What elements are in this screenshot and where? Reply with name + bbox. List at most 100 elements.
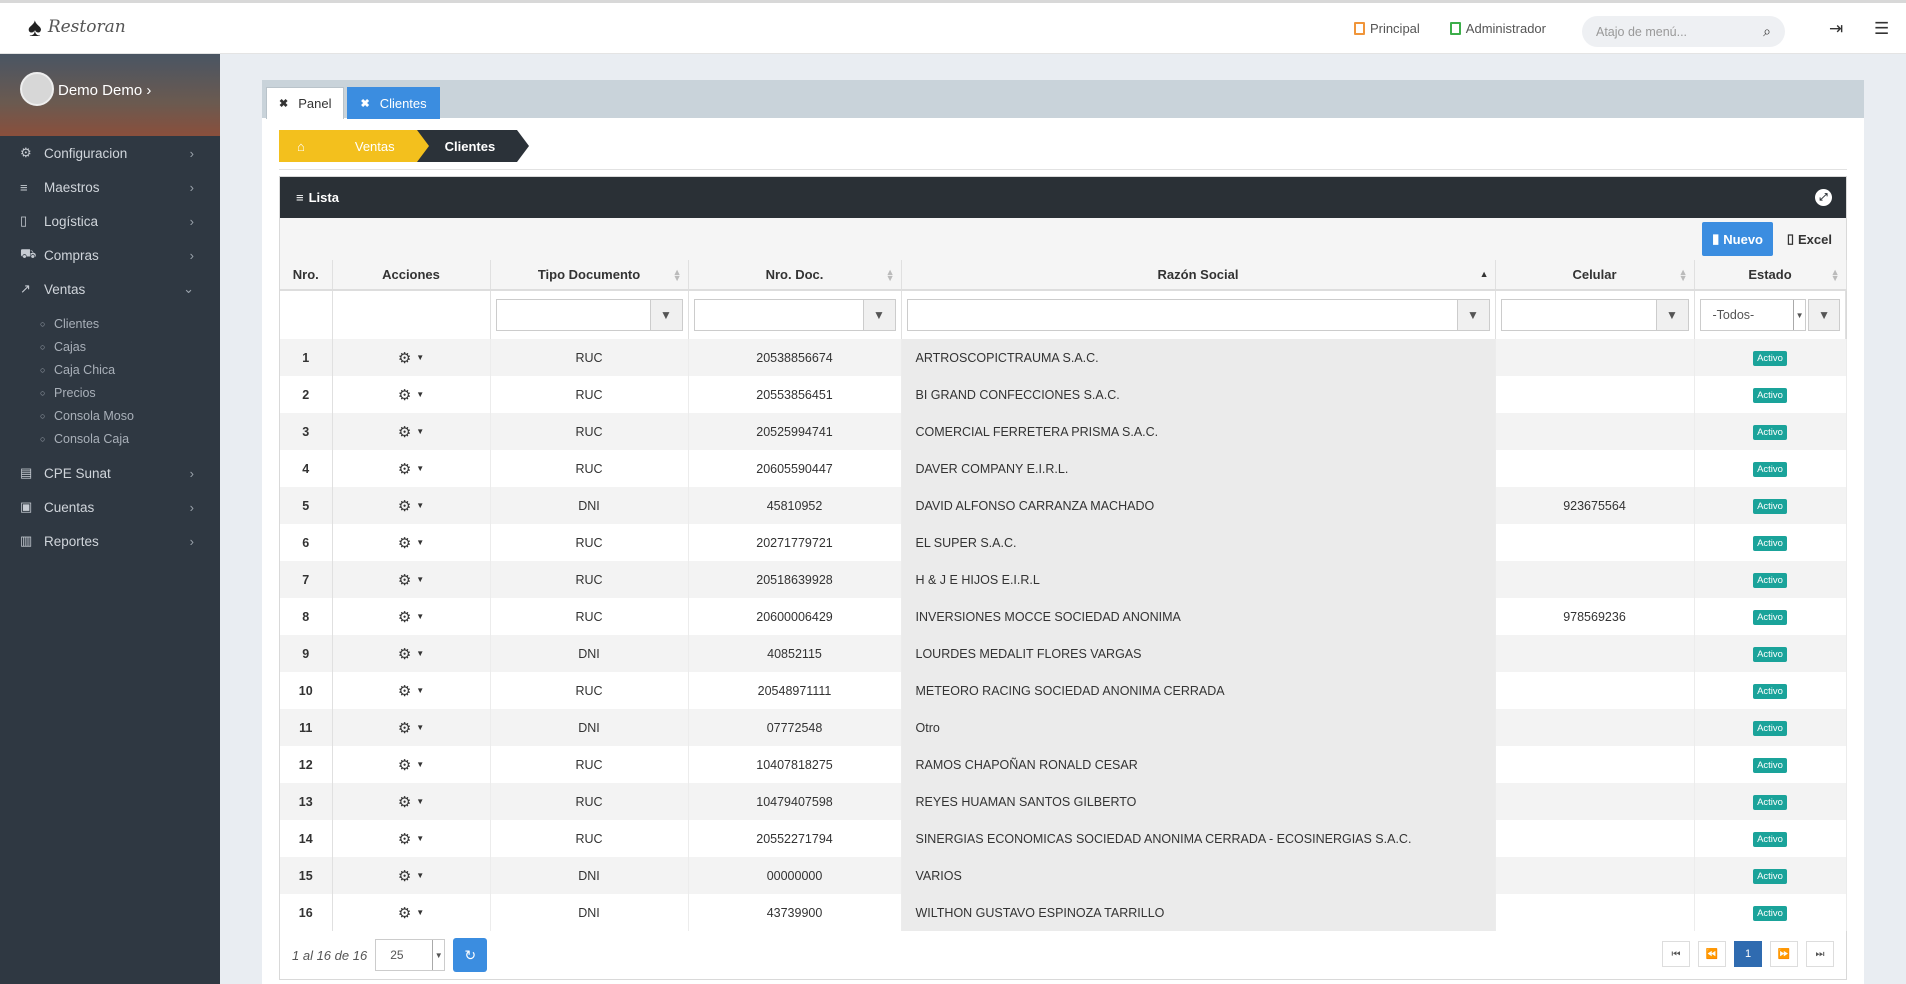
page-size-select[interactable]: 25 ▼ xyxy=(375,939,446,971)
menu-search-input[interactable]: Atajo de menú... ⌕ xyxy=(1582,16,1785,47)
table-row[interactable]: 8 ⚙ ▼ RUC 20600006429 INVERSIONES MOCCE SOCIE… xyxy=(280,598,1847,635)
last-page-button[interactable]: ⏭ xyxy=(1806,941,1834,967)
actions-dropdown[interactable]: ⚙ ▼ xyxy=(398,460,424,478)
tab-clientes[interactable]: ✖ Clientes xyxy=(347,87,440,119)
table-row[interactable]: 16 ⚙ ▼ DNI 43739900 WILTHON GUSTAVO ESPINOZA … xyxy=(280,894,1847,931)
prev-page-button[interactable]: ⏪ xyxy=(1698,941,1726,967)
hamburger-menu-icon[interactable]: ☰ xyxy=(1874,19,1889,39)
actions-dropdown[interactable]: ⚙ ▼ xyxy=(398,682,424,700)
refresh-button[interactable]: ↻ xyxy=(453,938,488,972)
app-logo[interactable]: ♠ Restoran xyxy=(28,14,126,40)
col-header-estado[interactable]: Estado ▲ ▼ xyxy=(1694,260,1847,291)
submenu-item-consola-caja[interactable]: ○ Consola Caja xyxy=(0,427,220,450)
excel-button[interactable]: ▯ Excel xyxy=(1781,222,1838,256)
table-row[interactable]: 12 ⚙ ▼ RUC 10407818275 RAMOS CHAPOÑAN RONALD … xyxy=(280,746,1847,783)
filter-icon[interactable]: ▼ xyxy=(649,300,682,330)
filter-nro-doc-input[interactable]: ▼ xyxy=(693,299,896,331)
logout-icon[interactable]: ⇥ xyxy=(1829,19,1843,39)
document-icon xyxy=(1353,22,1365,35)
table-row[interactable]: 1 ⚙ ▼ RUC 20538856674 ARTROSCOPICTRAUMA S.A.C… xyxy=(280,339,1847,376)
next-page-button[interactable]: ⏩ xyxy=(1770,941,1798,967)
close-icon[interactable]: ✖ xyxy=(360,97,369,110)
filter-icon[interactable]: ▼ xyxy=(1456,300,1489,330)
table-row[interactable]: 10 ⚙ ▼ RUC 20548971111 METEORO RACING SOCIEDA… xyxy=(280,672,1847,709)
first-page-button[interactable]: ⏮ xyxy=(1662,941,1690,967)
col-header-tipo-documento[interactable]: Tipo Documento ▲ ▼ xyxy=(490,260,689,291)
actions-dropdown[interactable]: ⚙ ▼ xyxy=(398,608,424,626)
table-row[interactable]: 5 ⚙ ▼ DNI 45810952 DAVID ALFONSO CARRANZA MAC… xyxy=(280,487,1847,524)
table-row[interactable]: 15 ⚙ ▼ DNI 00000000 VARIOS Activo xyxy=(280,857,1847,894)
actions-dropdown[interactable]: ⚙ ▼ xyxy=(398,534,424,552)
submenu-item-consola-moso[interactable]: ○ Consola Moso xyxy=(0,404,220,427)
table-row[interactable]: 14 ⚙ ▼ RUC 20552271794 SINERGIAS ECONOMICAS S… xyxy=(280,820,1847,857)
sidebar-item-ventas[interactable]: ↗ Ventas ⌄ xyxy=(0,272,220,306)
cell-tipo-documento: RUC xyxy=(490,413,689,450)
table-row[interactable]: 13 ⚙ ▼ RUC 10479407598 REYES HUAMAN SANTOS GI… xyxy=(280,783,1847,820)
filter-icon[interactable]: ▼ xyxy=(1655,300,1688,330)
table-row[interactable]: 4 ⚙ ▼ RUC 20605590447 DAVER COMPANY E.I.R.L. A… xyxy=(280,450,1847,487)
filter-tipo-documento-input[interactable]: ▼ xyxy=(495,299,683,331)
submenu-label: Cajas xyxy=(54,339,86,354)
submenu-item-precios[interactable]: ○ Precios xyxy=(0,381,220,404)
expand-icon[interactable]: ⤢ xyxy=(1815,189,1832,206)
sidebar-item-compras[interactable]: ⛟ Compras › xyxy=(0,238,220,272)
filter-icon[interactable]: ▼ xyxy=(862,300,895,330)
filter-celular-input[interactable]: ▼ xyxy=(1500,299,1689,331)
actions-dropdown[interactable]: ⚙ ▼ xyxy=(398,719,424,737)
cell-nro-doc: 10407818275 xyxy=(688,746,902,783)
tab-panel[interactable]: ✖ Panel xyxy=(266,87,345,119)
nav-principal[interactable]: Principal xyxy=(1353,21,1420,36)
sidebar-item-cuentas[interactable]: ▣ Cuentas › xyxy=(0,490,220,524)
actions-dropdown[interactable]: ⚙ ▼ xyxy=(398,645,424,663)
submenu-item-cajas[interactable]: ○ Cajas xyxy=(0,335,220,358)
sidebar-item-configuracion[interactable]: ⚙ Configuracion › xyxy=(0,136,220,170)
col-header-razon-social[interactable]: Razón Social ▲ xyxy=(901,260,1496,291)
actions-dropdown[interactable]: ⚙ ▼ xyxy=(398,867,424,885)
actions-dropdown[interactable]: ⚙ ▼ xyxy=(398,793,424,811)
filter-estado-select[interactable]: -Todos- ▼ xyxy=(1699,299,1807,331)
col-header-celular[interactable]: Celular ▲ ▼ xyxy=(1495,260,1695,291)
table-row[interactable]: 9 ⚙ ▼ DNI 40852115 LOURDES MEDALIT FLORES VAR… xyxy=(280,635,1847,672)
cell-estado: Activo xyxy=(1694,857,1847,894)
submenu-item-clientes[interactable]: ○ Clientes xyxy=(0,312,220,335)
sidebar-item-maestros[interactable]: ≡ Maestros › xyxy=(0,170,220,204)
col-header-nro-doc[interactable]: Nro. Doc. ▲ ▼ xyxy=(688,260,902,291)
sidebar-item-logistica[interactable]: ▯ Logística › xyxy=(0,204,220,238)
search-icon[interactable]: ⌕ xyxy=(1763,23,1771,40)
actions-dropdown[interactable]: ⚙ ▼ xyxy=(398,830,424,848)
table-row[interactable]: 11 ⚙ ▼ DNI 07772548 Otro Activo xyxy=(280,709,1847,746)
table-row[interactable]: 7 ⚙ ▼ RUC 20518639928 H & J E HIJOS E.I.R.L Ac… xyxy=(280,561,1847,598)
page-button-current[interactable]: 1 xyxy=(1734,941,1762,967)
actions-dropdown[interactable]: ⚙ ▼ xyxy=(398,423,424,441)
actions-dropdown[interactable]: ⚙ ▼ xyxy=(398,904,424,922)
actions-dropdown[interactable]: ⚙ ▼ xyxy=(398,386,424,404)
actions-dropdown[interactable]: ⚙ ▼ xyxy=(398,571,424,589)
table-row[interactable]: 2 ⚙ ▼ RUC 20553856451 BI GRAND CONFECCIONES S… xyxy=(280,376,1847,413)
user-panel[interactable]: Demo Demo › xyxy=(0,54,220,136)
filter-icon[interactable]: ▼ xyxy=(1808,299,1840,331)
table-row[interactable]: 3 ⚙ ▼ RUC 20525994741 COMERCIAL FERRETERA PRI… xyxy=(280,413,1847,450)
filter-razon-social-input[interactable]: ▼ xyxy=(906,299,1490,331)
cell-nro-doc: 43739900 xyxy=(688,894,902,931)
status-badge: Activo xyxy=(1753,350,1787,366)
cell-nro: 15 xyxy=(280,857,333,894)
actions-dropdown[interactable]: ⚙ ▼ xyxy=(398,756,424,774)
close-icon[interactable]: ✖ xyxy=(279,97,288,110)
sidebar-item-label: Compras xyxy=(44,247,99,263)
breadcrumb-home[interactable]: ⌂ xyxy=(279,130,339,162)
gear-icon: ⚙ xyxy=(397,645,412,663)
table-row[interactable]: 6 ⚙ ▼ RUC 20271779721 EL SUPER S.A.C. Activo xyxy=(280,524,1847,561)
caret-down-icon: ▼ xyxy=(416,353,425,362)
submenu-label: Caja Chica xyxy=(54,362,116,377)
actions-dropdown[interactable]: ⚙ ▼ xyxy=(398,349,424,367)
nav-administrador[interactable]: Administrador xyxy=(1449,21,1546,36)
sidebar-item-cpe-sunat[interactable]: ▤ CPE Sunat › xyxy=(0,456,220,490)
breadcrumb-ventas[interactable]: Ventas xyxy=(326,130,429,162)
sidebar-item-reportes[interactable]: ▥ Reportes › xyxy=(0,524,220,558)
actions-dropdown[interactable]: ⚙ ▼ xyxy=(398,497,424,515)
new-button[interactable]: ▮ Nuevo xyxy=(1702,222,1773,256)
submenu-item-caja-chica[interactable]: ○ Caja Chica xyxy=(0,358,220,381)
circle-icon: ○ xyxy=(40,318,46,329)
cell-estado: Activo xyxy=(1694,746,1847,783)
cell-razon-social: RAMOS CHAPOÑAN RONALD CESAR xyxy=(901,746,1496,783)
